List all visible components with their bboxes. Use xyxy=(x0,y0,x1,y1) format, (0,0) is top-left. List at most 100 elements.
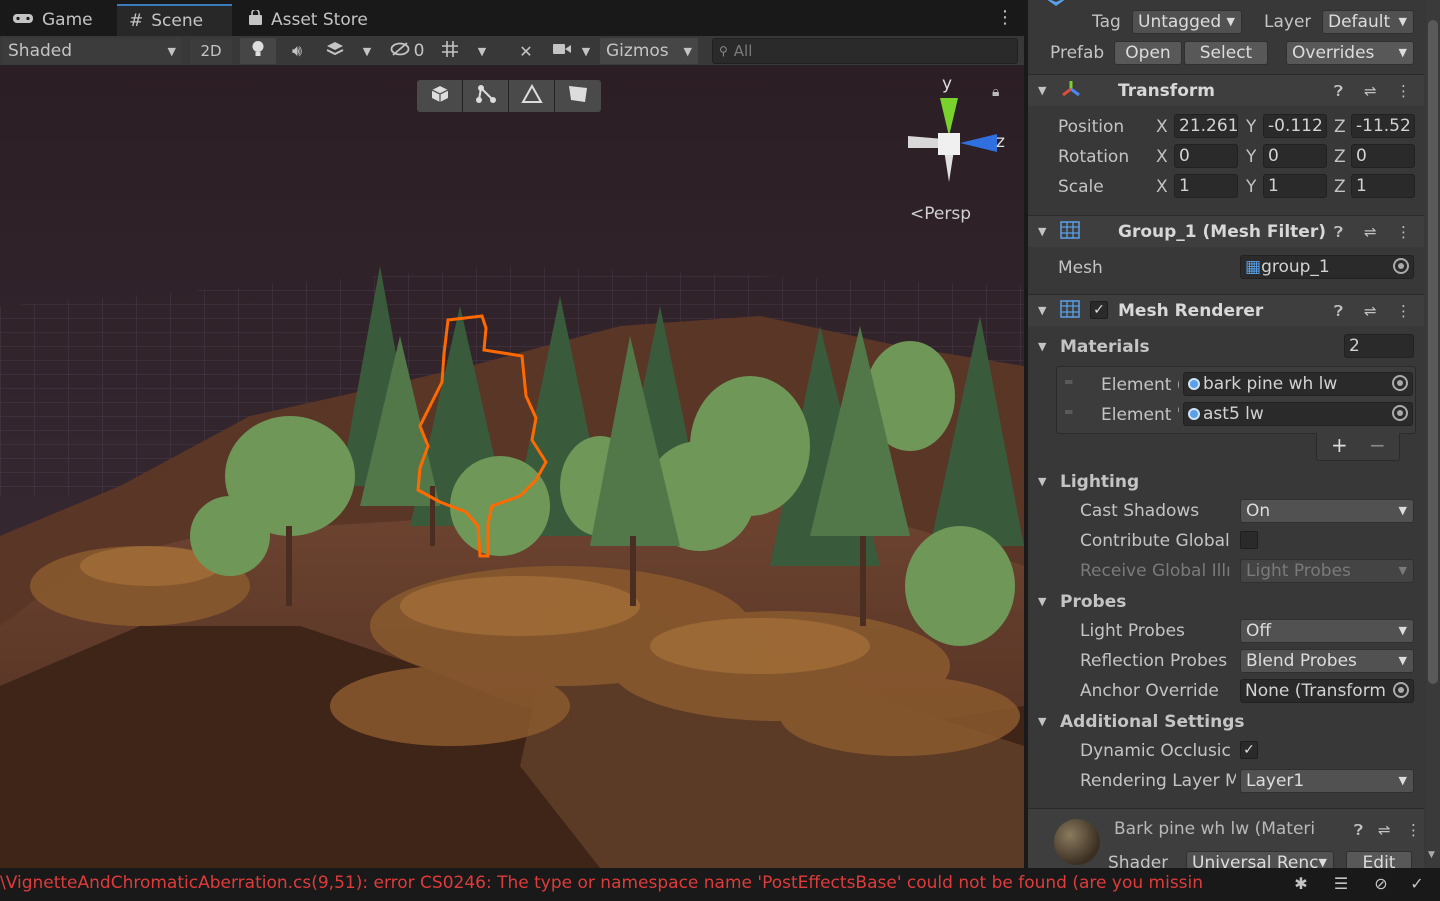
bug-icon[interactable]: ✱ xyxy=(1290,874,1312,896)
help-icon[interactable]: ❓︎ xyxy=(1334,223,1343,241)
tab-game[interactable]: Game xyxy=(0,4,105,36)
drag-handle-icon[interactable]: ═ xyxy=(1065,405,1072,419)
tab-asset-store[interactable]: Asset Store xyxy=(236,4,380,36)
transform-header[interactable]: ▼ Transform ❓︎ ⇌ ⋮ xyxy=(1028,74,1424,106)
foldout-arrow-icon[interactable]: ▼ xyxy=(1038,340,1046,353)
mesh-filter-header[interactable]: ▼ Group_1 (Mesh Filter) ❓︎ ⇌ ⋮ xyxy=(1028,215,1424,247)
material-sphere-icon xyxy=(1188,408,1200,420)
kebab-menu-icon[interactable]: ⋮ xyxy=(1396,223,1411,241)
position-z-field[interactable]: -11.52 xyxy=(1351,114,1415,138)
rotation-x-field[interactable]: 0 xyxy=(1174,144,1238,168)
materials-foldout[interactable]: Materials xyxy=(1060,337,1150,357)
mesh-field[interactable]: ▦group_1 xyxy=(1240,255,1414,279)
kebab-menu-icon[interactable]: ⋮ xyxy=(1406,821,1421,839)
help-icon[interactable]: ❓︎ xyxy=(1334,302,1343,320)
tools-toggle[interactable]: ✕ xyxy=(510,38,542,64)
hidden-count: 0 xyxy=(413,41,425,61)
rotation-y-field[interactable]: 0 xyxy=(1263,144,1327,168)
scale-x-field[interactable]: 1 xyxy=(1174,174,1238,198)
anchor-override-field[interactable]: None (Transform xyxy=(1240,679,1414,703)
gizmos-dropdown[interactable]: Gizmos ▼ xyxy=(600,38,698,64)
foldout-arrow-icon[interactable]: ▼ xyxy=(1038,475,1046,488)
kebab-menu-icon[interactable]: ⋮ xyxy=(1396,302,1411,320)
prefab-open-button[interactable]: Open xyxy=(1114,41,1182,65)
help-icon[interactable]: ❓︎ xyxy=(1334,82,1343,100)
position-y-field[interactable]: -0.112 xyxy=(1263,114,1327,138)
effects-toggle[interactable] xyxy=(318,38,352,64)
object-picker-icon[interactable] xyxy=(1393,258,1409,274)
presets-icon[interactable]: ⇌ xyxy=(1364,302,1377,320)
kebab-menu-icon[interactable]: ⋮ xyxy=(1396,82,1411,100)
kebab-menu-icon[interactable]: ⋮ xyxy=(996,8,1014,28)
scroll-down-icon[interactable]: ▼ xyxy=(1428,850,1435,860)
inspector-scrollbar[interactable]: ▼ xyxy=(1426,0,1440,868)
foldout-arrow-icon[interactable]: ▼ xyxy=(1038,715,1046,728)
shader-edit-button[interactable]: Edit xyxy=(1346,851,1412,868)
object-picker-icon[interactable] xyxy=(1392,405,1408,421)
tab-asset-store-label: Asset Store xyxy=(271,10,368,30)
camera-toggle[interactable] xyxy=(548,38,576,64)
shader-dropdown[interactable]: Universal Renc ▼ xyxy=(1186,851,1334,868)
add-element-button[interactable]: + xyxy=(1331,433,1348,457)
auto-generate-lighting-icon[interactable]: ⊘ xyxy=(1370,874,1392,896)
object-picker-icon[interactable] xyxy=(1393,682,1409,698)
remove-element-button[interactable]: − xyxy=(1369,433,1386,457)
scale-z-field[interactable]: 1 xyxy=(1351,174,1415,198)
reflection-probes-dropdown[interactable]: Blend Probes ▼ xyxy=(1240,649,1414,673)
layer-dropdown[interactable]: Default ▼ xyxy=(1322,10,1414,34)
material-header[interactable]: Bark pine wh lw (Materi ❓︎ ⇌ ⋮ Shader Un… xyxy=(1028,808,1424,868)
tag-dropdown[interactable]: Untagged ▼ xyxy=(1132,10,1242,34)
progress-check-icon[interactable]: ✓ xyxy=(1406,874,1428,896)
effects-dropdown[interactable]: ▼ xyxy=(356,38,378,64)
mesh-renderer-header[interactable]: ▼ ✓ Mesh Renderer ❓︎ ⇌ ⋮ xyxy=(1028,294,1424,326)
contribute-gi-checkbox[interactable] xyxy=(1240,531,1258,549)
flag-tool-button[interactable] xyxy=(555,80,601,112)
material-element-1-field[interactable]: ast5 lw xyxy=(1183,402,1413,426)
axis-z-label: Z xyxy=(1334,147,1346,167)
scene-search-input[interactable]: ⚲ All xyxy=(712,38,1018,64)
paint-tool-button[interactable] xyxy=(509,80,555,112)
cast-shadows-dropdown[interactable]: On ▼ xyxy=(1240,499,1414,523)
scene-viewport[interactable]: y z <Persp 🔒︎ xyxy=(0,66,1024,868)
scale-x-value: 1 xyxy=(1179,176,1190,196)
mesh-renderer-enabled-checkbox[interactable]: ✓ xyxy=(1090,301,1108,319)
scale-y-field[interactable]: 1 xyxy=(1263,174,1327,198)
presets-icon[interactable]: ⇌ xyxy=(1364,223,1377,241)
prefab-overrides-dropdown[interactable]: Overrides ▼ xyxy=(1286,41,1414,65)
presets-icon[interactable]: ⇌ xyxy=(1364,82,1377,100)
reflection-probes-label: Reflection Probes xyxy=(1080,651,1228,671)
material-element-0-field[interactable]: bark pine wh lw xyxy=(1183,372,1413,396)
lighting-foldout[interactable]: Lighting xyxy=(1060,472,1139,492)
console-error-message[interactable]: \VignetteAndChromaticAberration.cs(9,51)… xyxy=(0,873,1270,893)
hidden-objects-toggle[interactable]: 0 xyxy=(384,38,430,64)
help-icon[interactable]: ❓︎ xyxy=(1354,821,1363,839)
prefab-select-button[interactable]: Select xyxy=(1184,41,1268,65)
rotation-z-field[interactable]: 0 xyxy=(1351,144,1415,168)
drag-handle-icon[interactable]: ═ xyxy=(1065,375,1072,389)
lighting-toggle[interactable] xyxy=(240,38,276,64)
rotation-label: Rotation xyxy=(1058,147,1130,167)
camera-dropdown[interactable]: ▼ xyxy=(576,38,596,64)
grid-toggle[interactable] xyxy=(436,38,464,64)
foldout-arrow-icon[interactable]: ▼ xyxy=(1038,595,1046,608)
dynamic-occlusion-checkbox[interactable]: ✓ xyxy=(1240,741,1258,759)
pivot-tool-button[interactable] xyxy=(463,80,509,112)
cube-tool-button[interactable] xyxy=(417,80,463,112)
object-picker-icon[interactable] xyxy=(1392,375,1408,391)
lock-icon[interactable]: 🔒︎ xyxy=(992,84,999,100)
rendering-layer-dropdown[interactable]: Layer1 ▼ xyxy=(1240,769,1414,793)
additional-settings-foldout[interactable]: Additional Settings xyxy=(1060,712,1245,732)
toggle-2d-button[interactable]: 2D xyxy=(190,38,232,64)
light-probes-dropdown[interactable]: Off ▼ xyxy=(1240,619,1414,643)
materials-count-field[interactable]: 2 xyxy=(1344,334,1414,358)
probes-foldout[interactable]: Probes xyxy=(1060,592,1126,612)
scrollbar-thumb[interactable] xyxy=(1428,20,1438,684)
projection-toggle[interactable]: <Persp xyxy=(910,204,971,224)
grid-dropdown[interactable]: ▼ xyxy=(470,38,494,64)
cache-server-icon[interactable]: ☰ xyxy=(1330,874,1352,896)
tab-scene[interactable]: # Scene xyxy=(117,4,232,36)
position-x-field[interactable]: 21.261 xyxy=(1174,114,1238,138)
audio-toggle[interactable]: 🔊︎ xyxy=(280,38,314,64)
shading-mode-dropdown[interactable]: Shaded ▼ xyxy=(2,38,182,64)
presets-icon[interactable]: ⇌ xyxy=(1378,821,1391,839)
